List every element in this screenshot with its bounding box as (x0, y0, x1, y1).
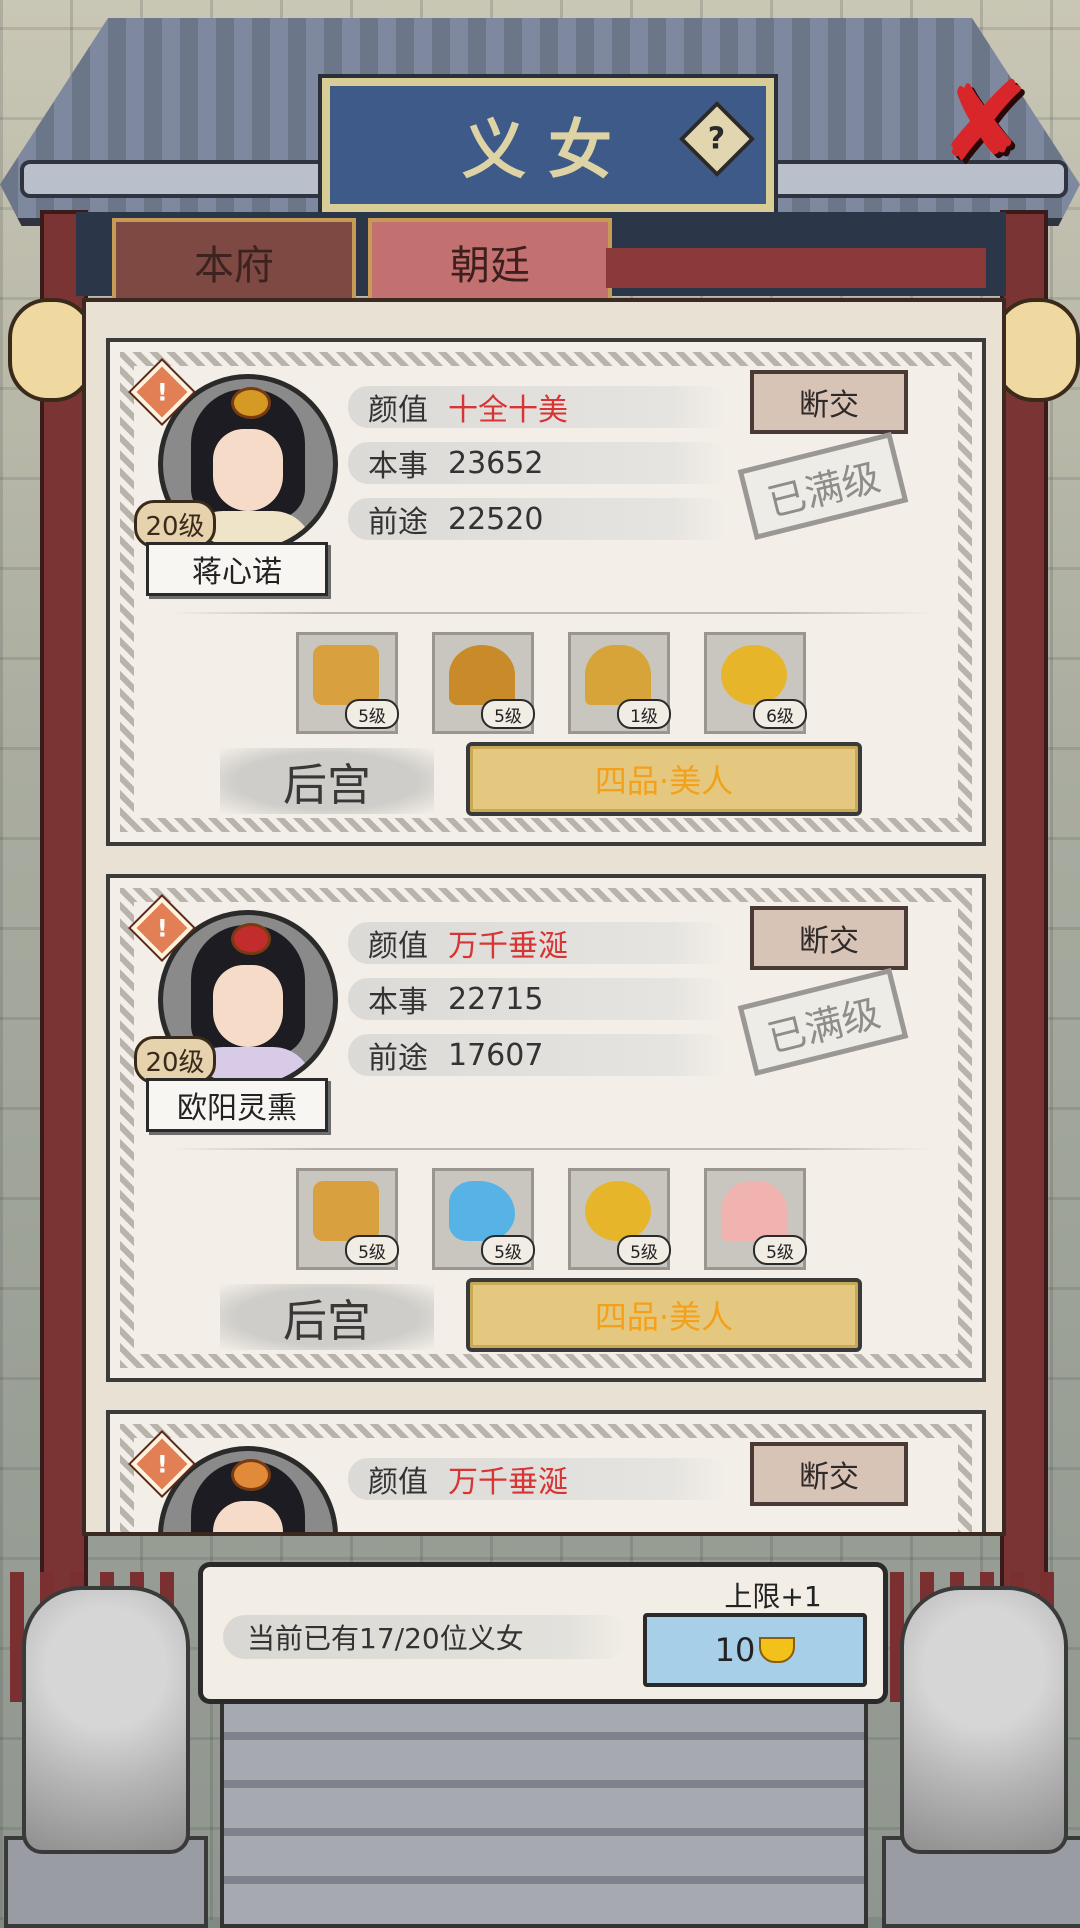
item-row: 5级 5级 1级 6级 (296, 632, 816, 734)
divider (170, 612, 930, 614)
gold-hairpin-icon (721, 645, 787, 705)
pink-dress-icon (721, 1181, 787, 1241)
item-slot[interactable]: 5级 (704, 1168, 807, 1270)
bottom-panel: 当前已有17/20位义女 上限+1 10 (198, 1562, 888, 1704)
level-badge: 20级 (134, 1036, 216, 1084)
item-slot[interactable]: 1级 (568, 632, 671, 734)
scroll-case-icon (313, 645, 379, 705)
gold-hairpin-icon (585, 1181, 651, 1241)
harem-label: 后宫 (220, 1284, 434, 1350)
stat-beauty: 颜值 万千垂涎 (348, 922, 728, 964)
stat-skill: 本事 23652 (348, 442, 728, 484)
tab-bar (606, 248, 986, 288)
breakup-button[interactable]: 断交 (750, 370, 908, 434)
gold-ingot-icon (759, 1637, 796, 1663)
stat-prospect: 前途 22520 (348, 498, 728, 540)
item-slot[interactable]: 6级 (704, 632, 807, 734)
breakup-button[interactable]: 断交 (750, 906, 908, 970)
item-slot[interactable]: 5级 (432, 1168, 535, 1270)
daughter-card: ! 颜值 万千垂涎 断交 (106, 1410, 986, 1532)
daughter-count: 当前已有17/20位义女 (223, 1615, 627, 1659)
cost-value: 10 (714, 1631, 756, 1669)
breakup-button[interactable]: 断交 (750, 1442, 908, 1506)
page-title: 义女 (462, 113, 634, 188)
lantern-icon (994, 298, 1080, 402)
stat-prospect: 前途 17607 (348, 1034, 728, 1076)
scroll-case-icon (313, 1181, 379, 1241)
stat-skill: 本事 22715 (348, 978, 728, 1020)
stone-lion-icon (22, 1586, 190, 1854)
candelabra-icon (449, 645, 515, 705)
stat-beauty: 颜值 万千垂涎 (348, 1458, 728, 1500)
right-pillar (1000, 210, 1048, 1598)
daughter-list[interactable]: ! 20级 蒋心诺 颜值 十全十美 本事 23652 前途 22520 断交 已… (82, 298, 1006, 1536)
left-pillar (40, 210, 88, 1598)
stone-lion-icon (900, 1586, 1068, 1854)
rank-button[interactable]: 四品·美人 (466, 1278, 862, 1352)
limit-label: 上限+1 (724, 1580, 822, 1613)
stat-beauty: 颜值 十全十美 (348, 386, 728, 428)
item-slot[interactable]: 5级 (432, 632, 535, 734)
level-badge: 20级 (134, 500, 216, 548)
close-x-icon[interactable]: ✘ (934, 67, 1034, 177)
harem-label: 后宫 (220, 748, 434, 814)
item-slot[interactable]: 5级 (296, 1168, 399, 1270)
robe-icon (585, 645, 651, 705)
item-slot[interactable]: 5级 (568, 1168, 671, 1270)
jade-ornament-icon (449, 1181, 515, 1241)
increase-limit-button[interactable]: 10 (643, 1613, 867, 1687)
divider (170, 1148, 930, 1150)
name-plate: 蒋心诺 (146, 542, 328, 596)
rank-button[interactable]: 四品·美人 (466, 742, 862, 816)
tab-home[interactable]: 本府 (112, 218, 356, 306)
name-plate: 欧阳灵熏 (146, 1078, 328, 1132)
daughter-card: ! 20级 欧阳灵熏 颜值 万千垂涎 本事 22715 前途 17607 断交 … (106, 874, 986, 1382)
item-row: 5级 5级 5级 5级 (296, 1168, 816, 1270)
daughter-card: ! 20级 蒋心诺 颜值 十全十美 本事 23652 前途 22520 断交 已… (106, 338, 986, 846)
tab-court[interactable]: 朝廷 (368, 218, 612, 306)
stone-steps (220, 1700, 868, 1928)
item-slot[interactable]: 5级 (296, 632, 399, 734)
